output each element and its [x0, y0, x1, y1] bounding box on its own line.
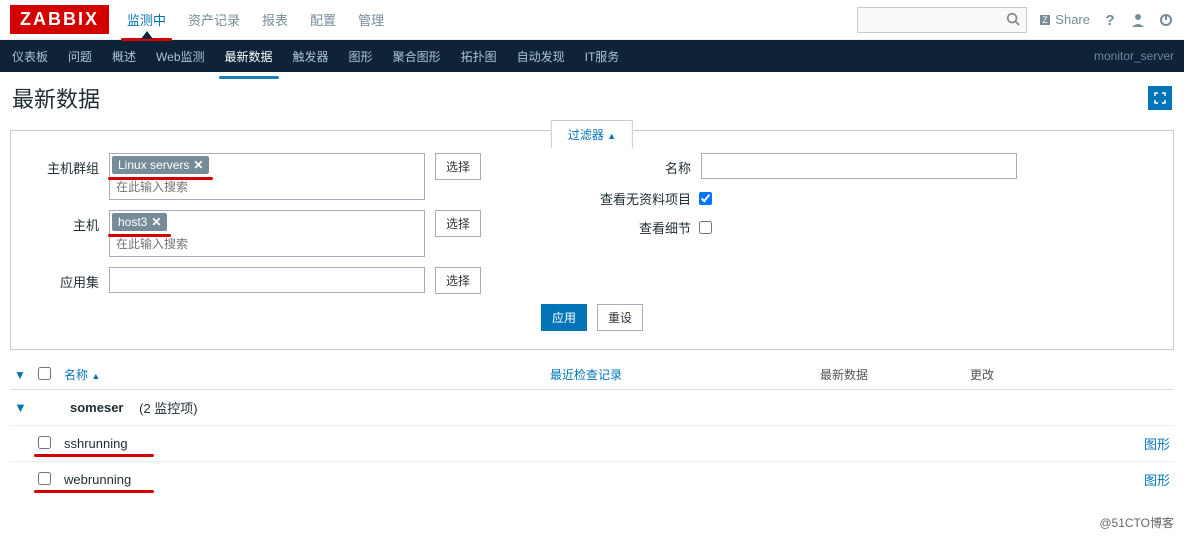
watermark: @51CTO博客: [1099, 514, 1174, 531]
topmenu-inventory[interactable]: 资产记录: [186, 2, 242, 37]
host-input[interactable]: [112, 234, 422, 254]
label-host: 主机: [27, 210, 99, 234]
item-name: webrunning: [64, 472, 131, 487]
topmenu-config[interactable]: 配置: [308, 2, 338, 37]
name-input[interactable]: [701, 153, 1017, 179]
select-all-checkbox[interactable]: [38, 367, 51, 380]
host-multiselect[interactable]: host3 ✕: [109, 210, 425, 257]
filter-tab-label: 过滤器: [568, 128, 604, 142]
group-toggle[interactable]: ▼: [14, 400, 32, 415]
annotation-underline: [34, 490, 154, 493]
nav-problems[interactable]: 问题: [66, 42, 94, 71]
group-name: someser: [70, 400, 123, 415]
header-name-label: 名称: [64, 368, 88, 382]
hostgroup-select-button[interactable]: 选择: [435, 153, 481, 180]
nav-latest-data[interactable]: 最新数据: [223, 42, 275, 71]
collapse-icon: ▲: [607, 131, 616, 141]
fullscreen-icon: [1154, 92, 1166, 104]
hostgroup-input[interactable]: [112, 177, 422, 197]
annotation-underline: [108, 177, 213, 180]
share-label: Share: [1055, 12, 1090, 27]
label-application: 应用集: [27, 267, 99, 291]
tag-remove-icon[interactable]: ✕: [151, 215, 161, 229]
topmenu-monitoring[interactable]: 监测中: [125, 2, 168, 37]
search-icon[interactable]: [1006, 12, 1020, 26]
tag-label: Linux servers: [118, 158, 189, 172]
host-tag[interactable]: host3 ✕: [112, 213, 167, 231]
table-row: sshrunning 图形: [10, 425, 1174, 461]
nav-graphs[interactable]: 图形: [347, 42, 375, 71]
host-select-button[interactable]: 选择: [435, 210, 481, 237]
table-row: webrunning 图形: [10, 461, 1174, 497]
user-icon[interactable]: [1130, 12, 1146, 28]
topmenu-admin[interactable]: 管理: [356, 2, 386, 37]
graph-link[interactable]: 图形: [1120, 470, 1170, 489]
group-count: (2 监控项): [139, 398, 198, 417]
label-no-data: 查看无资料项目: [581, 189, 691, 208]
application-select-button[interactable]: 选择: [435, 267, 481, 294]
nav-discovery[interactable]: 自动发现: [515, 42, 567, 71]
annotation-underline: [219, 76, 279, 79]
svg-text:?: ?: [1105, 12, 1114, 28]
hostgroup-multiselect[interactable]: Linux servers ✕: [109, 153, 425, 200]
apply-button[interactable]: 应用: [541, 304, 587, 331]
show-no-data-checkbox[interactable]: [699, 192, 712, 205]
tag-label: host3: [118, 215, 147, 229]
logo: ZABBIX: [10, 5, 109, 34]
expand-all-toggle[interactable]: ▼: [14, 368, 38, 382]
topmenu-reports[interactable]: 报表: [260, 2, 290, 37]
share-button[interactable]: Z Share: [1039, 12, 1090, 27]
nav-itservices[interactable]: IT服务: [583, 42, 622, 71]
annotation-underline: [34, 454, 154, 457]
tag-remove-icon[interactable]: ✕: [193, 158, 203, 172]
top-menu: 监测中 资产记录 报表 配置 管理: [125, 2, 857, 37]
row-checkbox[interactable]: [38, 472, 51, 485]
global-search[interactable]: [857, 7, 1027, 33]
nav-maps[interactable]: 拓扑图: [459, 42, 499, 71]
label-hostgroup: 主机群组: [27, 153, 99, 177]
label-details: 查看细节: [581, 218, 691, 237]
show-details-checkbox[interactable]: [699, 221, 712, 234]
filter-toggle[interactable]: 过滤器 ▲: [551, 120, 633, 148]
nav-label: 最新数据: [225, 50, 273, 64]
nav-dashboard[interactable]: 仪表板: [10, 42, 50, 71]
nav-triggers[interactable]: 触发器: [291, 42, 331, 71]
group-row: ▼ someser (2 监控项): [10, 390, 1174, 425]
page-title: 最新数据: [12, 82, 100, 114]
sub-nav: 仪表板 问题 概述 Web监测 最新数据 触发器 图形 聚合图形 拓扑图 自动发…: [10, 42, 621, 71]
label-name: 名称: [581, 153, 691, 177]
sort-asc-icon: ▲: [91, 371, 100, 381]
nav-screens[interactable]: 聚合图形: [391, 42, 443, 71]
nav-web[interactable]: Web监测: [154, 42, 206, 71]
graph-link[interactable]: 图形: [1120, 434, 1170, 453]
application-input[interactable]: [109, 267, 425, 293]
header-last-check[interactable]: 最近检查记录: [550, 366, 820, 383]
fullscreen-button[interactable]: [1148, 86, 1172, 110]
header-name[interactable]: 名称 ▲: [64, 366, 550, 383]
hostgroup-tag[interactable]: Linux servers ✕: [112, 156, 209, 174]
header-change: 更改: [970, 366, 1120, 383]
header-last-data: 最新数据: [820, 366, 970, 383]
share-icon: Z: [1039, 14, 1051, 26]
reset-button[interactable]: 重设: [597, 304, 643, 331]
svg-text:Z: Z: [1043, 15, 1049, 25]
annotation-underline: [108, 234, 171, 237]
power-icon[interactable]: [1158, 12, 1174, 28]
row-checkbox[interactable]: [38, 436, 51, 449]
nav-overview[interactable]: 概述: [110, 42, 138, 71]
item-name: sshrunning: [64, 436, 128, 451]
filter-panel: 主机群组 Linux servers ✕ 选择: [10, 130, 1174, 350]
server-name: monitor_server: [1094, 49, 1174, 63]
table-header: ▼ 名称 ▲ 最近检查记录 最新数据 更改: [10, 360, 1174, 390]
topmenu-label: 监测中: [127, 13, 166, 28]
help-icon[interactable]: ?: [1102, 12, 1118, 28]
